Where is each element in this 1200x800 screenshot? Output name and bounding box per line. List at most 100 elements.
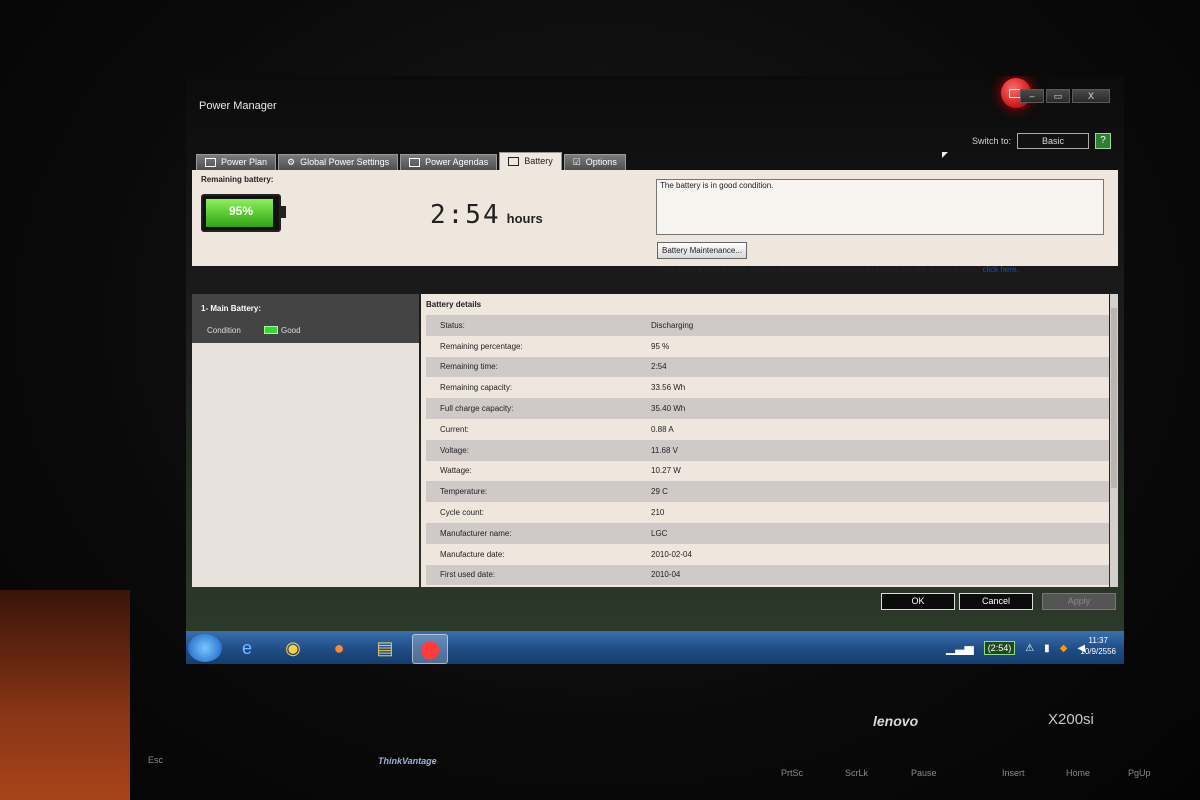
main-battery-title: 1- Main Battery: bbox=[201, 304, 262, 313]
table-row: Current: 0.88 A bbox=[426, 419, 1109, 440]
battery-details-title: Battery details bbox=[426, 300, 482, 309]
gear-icon: ⚙ bbox=[287, 157, 296, 167]
battery-list-panel: 1- Main Battery: Condition Good bbox=[192, 294, 419, 587]
table-row: Remaining percentage: 95 % bbox=[426, 336, 1109, 357]
prtsc-key: PrtSc bbox=[781, 768, 804, 778]
battery-summary-panel: Remaining battery: 95% 2:54 hours The ba… bbox=[192, 170, 1118, 274]
help-icon[interactable]: ? bbox=[1095, 133, 1112, 149]
tab-label: Options bbox=[585, 157, 617, 167]
detail-label: Status: bbox=[440, 320, 465, 330]
detail-label: Manufacture date: bbox=[440, 549, 505, 559]
remaining-time-display: 2:54 hours bbox=[430, 200, 543, 230]
system-tray: ▁▃▅ (2:54) ⚠ ▮ ◆ ◀ bbox=[946, 637, 1085, 659]
esc-key: Esc bbox=[148, 755, 164, 765]
main-battery-item[interactable]: 1- Main Battery: Condition Good bbox=[192, 294, 419, 343]
detail-label: Voltage: bbox=[440, 445, 469, 455]
battery-condition-box: The battery is in good condition. bbox=[656, 179, 1104, 235]
ok-button[interactable]: OK bbox=[881, 593, 955, 610]
detail-value: 2010-02-04 bbox=[651, 549, 692, 559]
calendar-icon bbox=[409, 158, 421, 167]
tray-battery-time[interactable]: (2:54) bbox=[983, 641, 1016, 655]
detail-value: 95 % bbox=[651, 341, 670, 351]
detail-value: 2:54 bbox=[651, 362, 667, 372]
maximize-button[interactable]: ▭ bbox=[1046, 89, 1070, 103]
thinkvantage-button: ThinkVantage bbox=[378, 756, 437, 766]
table-row: Cycle count: 210 bbox=[426, 502, 1109, 523]
laptop-screen: Power Manager – ▭ X Switch to: Basic ? P… bbox=[186, 76, 1124, 664]
network-icon[interactable]: ◆ bbox=[1060, 643, 1068, 654]
battery-tray-icon[interactable]: ▮ bbox=[1044, 643, 1050, 654]
detail-label: Remaining time: bbox=[440, 362, 498, 372]
tab-options[interactable]: ☑ Options bbox=[563, 154, 626, 170]
internet-explorer-icon[interactable]: e bbox=[230, 634, 264, 662]
tab-power-agendas[interactable]: Power Agendas bbox=[400, 154, 498, 170]
pgup-key: PgUp bbox=[1128, 768, 1151, 778]
tab-bar: Power Plan ⚙ Global Power Settings Power … bbox=[196, 152, 626, 170]
battery-terminal bbox=[281, 206, 286, 218]
tab-power-plan[interactable]: Power Plan bbox=[196, 154, 277, 170]
minimize-button[interactable]: – bbox=[1020, 89, 1044, 103]
warning-icon[interactable]: ⚠ bbox=[1025, 643, 1034, 654]
battery-percent: 95% bbox=[228, 204, 254, 218]
lenovo-logo: lenovo bbox=[873, 713, 919, 729]
detail-label: Cycle count: bbox=[440, 508, 485, 518]
detail-label: Remaining percentage: bbox=[440, 341, 523, 351]
desk-background bbox=[0, 590, 130, 800]
detail-value: 0.88 A bbox=[651, 424, 674, 434]
taskbar-clock[interactable]: 11:37 10/9/2556 bbox=[1080, 635, 1116, 657]
good-battery-icon bbox=[264, 326, 278, 334]
clock-time: 11:37 bbox=[1088, 636, 1108, 645]
cancel-button[interactable]: Cancel bbox=[959, 593, 1033, 610]
condition-value: Good bbox=[281, 326, 301, 335]
tab-label: Power Agendas bbox=[425, 157, 489, 167]
table-row: Voltage: 11.68 V bbox=[426, 439, 1109, 461]
detail-label: First used date: bbox=[440, 570, 496, 580]
table-row: Manufacture date: 2010-02-04 bbox=[426, 544, 1109, 565]
tab-label: Global Power Settings bbox=[300, 157, 390, 167]
signal-icon[interactable]: ▁▃▅ bbox=[946, 641, 974, 655]
file-explorer-icon[interactable]: ▤ bbox=[368, 634, 402, 662]
mouse-cursor-icon bbox=[942, 152, 948, 158]
switch-to-label: Switch to: bbox=[972, 136, 1012, 146]
click-here-link[interactable]: click here. bbox=[983, 265, 1019, 274]
window-title: Power Manager bbox=[199, 100, 277, 112]
battery-gauge: 95% bbox=[201, 194, 286, 232]
apply-button[interactable]: Apply bbox=[1042, 593, 1116, 610]
model-label: X200si bbox=[1048, 711, 1094, 728]
battery-details-panel: Battery details Status: Discharging Remain… bbox=[421, 294, 1109, 587]
details-scrollbar[interactable] bbox=[1110, 294, 1118, 587]
detail-label: Full charge capacity: bbox=[440, 404, 514, 414]
tab-global-power-settings[interactable]: ⚙ Global Power Settings bbox=[278, 154, 399, 170]
detail-value: 10.27 W bbox=[651, 466, 681, 476]
table-row: Wattage: 10.27 W bbox=[426, 461, 1109, 482]
table-row: Status: Discharging bbox=[426, 315, 1109, 336]
tab-battery[interactable]: Battery bbox=[499, 152, 562, 170]
clock-date: 10/9/2556 bbox=[1080, 647, 1116, 656]
detail-label: Current: bbox=[440, 424, 469, 434]
detail-value: 11.68 V bbox=[651, 445, 678, 455]
battery-info-message: If you need a new battery, or want to le… bbox=[656, 265, 981, 274]
windows-taskbar: e ◉ ● ▤ ⬤ ▁▃▅ (2:54) ⚠ ▮ ◆ ◀ 11:37 10/9/… bbox=[186, 631, 1124, 664]
remaining-battery-label: Remaining battery: bbox=[201, 175, 274, 184]
scrollbar-thumb[interactable] bbox=[1111, 308, 1117, 488]
remaining-time-unit: hours bbox=[506, 211, 543, 226]
battery-maintenance-button[interactable]: Battery Maintenance... bbox=[657, 242, 748, 259]
detail-value: 35.40 Wh bbox=[651, 404, 686, 414]
remaining-time-value: 2:54 bbox=[430, 200, 501, 230]
start-button[interactable] bbox=[188, 634, 222, 662]
window-controls: – ▭ X bbox=[1020, 89, 1110, 103]
power-manager-window: Power Manager – ▭ X Switch to: Basic ? P… bbox=[186, 76, 1124, 631]
battery-details-table: Status: Discharging Remaining percentage: 9… bbox=[426, 315, 1109, 586]
detail-label: Temperature: bbox=[440, 487, 488, 497]
chrome-icon[interactable]: ◉ bbox=[276, 634, 310, 662]
close-button[interactable]: X bbox=[1072, 89, 1110, 103]
switch-to-select[interactable]: Basic bbox=[1017, 133, 1090, 149]
condition-label: Condition bbox=[207, 326, 241, 335]
table-row: Manufacturer name: LGC bbox=[426, 522, 1109, 544]
firefox-icon[interactable]: ● bbox=[322, 634, 356, 662]
table-row: First used date: 2010-04 bbox=[426, 564, 1109, 586]
tab-label: Power Plan bbox=[221, 157, 268, 167]
power-manager-taskbar-icon[interactable]: ⬤ bbox=[412, 634, 448, 664]
detail-label: Wattage: bbox=[440, 466, 472, 476]
detail-value: 2010-04 bbox=[651, 570, 681, 580]
